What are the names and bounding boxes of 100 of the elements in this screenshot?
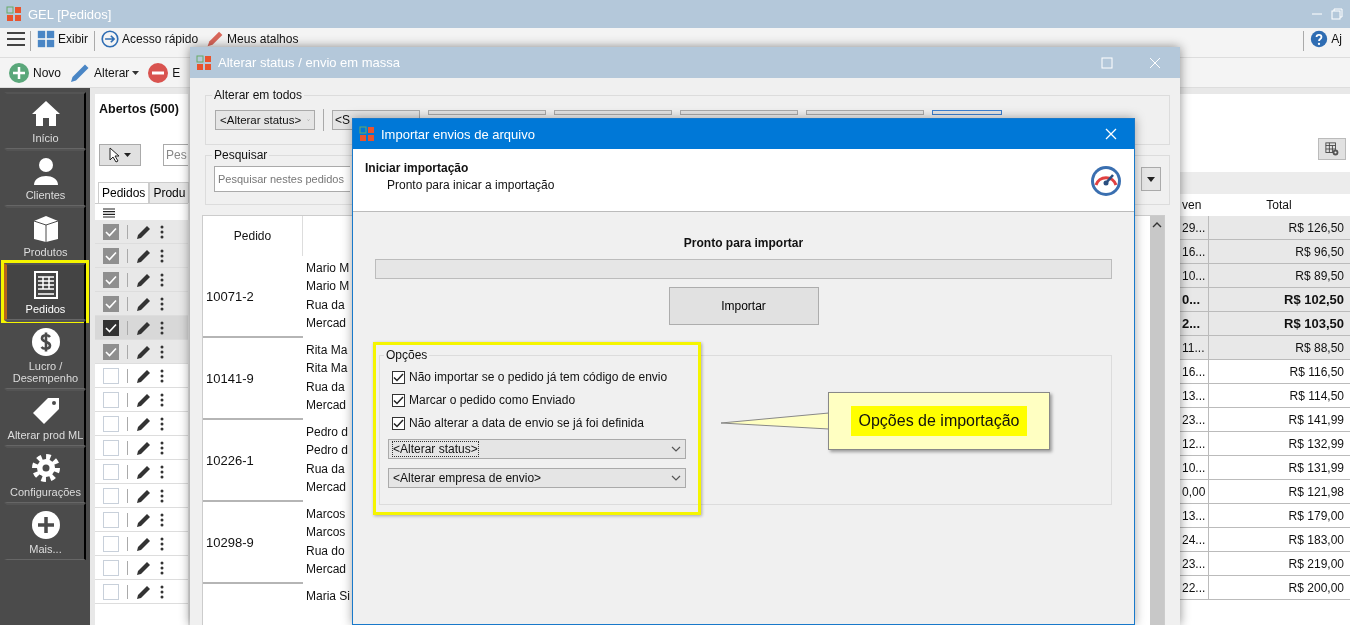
sidebar-item[interactable]: Mais...: [4, 503, 86, 560]
sidebar-item[interactable]: Pedidos: [4, 263, 86, 320]
edit-icon[interactable]: [136, 463, 152, 480]
more-icon[interactable]: [160, 344, 164, 359]
close-icon[interactable]: [1104, 127, 1118, 141]
edit-icon[interactable]: [136, 487, 152, 504]
dropdown-button[interactable]: [1141, 167, 1161, 191]
action-button[interactable]: Novo: [6, 61, 63, 84]
list-row[interactable]: [95, 340, 188, 364]
edit-icon[interactable]: [136, 343, 152, 360]
import-button[interactable]: Importar: [668, 287, 819, 325]
more-icon[interactable]: [160, 584, 164, 599]
search-field[interactable]: Pes: [163, 144, 188, 166]
more-icon[interactable]: [160, 320, 164, 335]
tab[interactable]: Produ: [149, 182, 190, 203]
row-checkbox[interactable]: [103, 247, 119, 264]
checkbox[interactable]: [392, 416, 405, 430]
caret-icon: [1147, 176, 1155, 182]
more-icon[interactable]: [160, 368, 164, 383]
edit-icon[interactable]: [136, 271, 152, 288]
selection-button[interactable]: [99, 144, 141, 166]
row-checkbox[interactable]: [103, 271, 119, 288]
gear-icon: [29, 452, 62, 484]
group-label: Opções: [384, 348, 430, 362]
more-icon[interactable]: [160, 224, 164, 239]
checkbox[interactable]: [392, 393, 405, 407]
list-row[interactable]: [95, 292, 188, 316]
more-icon[interactable]: [160, 488, 164, 503]
edit-icon[interactable]: [136, 247, 152, 264]
table-cell-text: 13...: [1181, 388, 1207, 403]
list-row[interactable]: [95, 220, 188, 244]
arrow-circle-icon: [101, 29, 119, 48]
menu-icon[interactable]: [6, 31, 26, 47]
more-icon[interactable]: [160, 440, 164, 455]
edit-icon[interactable]: [136, 223, 152, 240]
more-icon[interactable]: [160, 464, 164, 479]
action-button[interactable]: Alterar: [67, 61, 142, 84]
more-icon[interactable]: [160, 248, 164, 263]
table-cell: Mario M: [306, 279, 350, 294]
more-icon[interactable]: [160, 296, 164, 311]
sidebar-item[interactable]: Início: [4, 92, 86, 149]
edit-icon[interactable]: [136, 319, 152, 336]
table-cell: Rua do: [306, 543, 346, 558]
add-icon: [8, 61, 30, 84]
sidebar-item[interactable]: Lucro / Desempenho: [4, 320, 86, 389]
help-button[interactable]: Aj: [1308, 31, 1344, 47]
toolbar-button[interactable]: Exibir: [35, 31, 90, 47]
shipping-company-dropdown[interactable]: <Alterar empresa de envio>: [388, 468, 686, 488]
list-row[interactable]: [95, 244, 188, 268]
table-cell-text: 24...: [1181, 532, 1207, 547]
list-row[interactable]: [95, 316, 188, 340]
status-dropdown[interactable]: <Alterar status>: [388, 439, 686, 459]
more-icon[interactable]: [160, 392, 164, 407]
edit-icon[interactable]: [136, 535, 152, 552]
dialog-title: Importar envios de arquivo: [381, 126, 535, 142]
more-icon[interactable]: [160, 416, 164, 431]
row-checkbox[interactable]: [103, 343, 119, 360]
edit-icon[interactable]: [136, 295, 152, 312]
grid-settings-button[interactable]: [1318, 138, 1346, 160]
speedometer-icon: [1090, 165, 1122, 197]
table-cell-text: Rua da: [306, 297, 346, 312]
edit-icon[interactable]: [136, 367, 152, 384]
more-icon[interactable]: [160, 272, 164, 287]
tab[interactable]: Pedidos: [98, 182, 150, 203]
status-text: Pronto para importar: [682, 236, 805, 250]
table-cell: R$ 96,50: [1208, 240, 1350, 263]
edit-icon[interactable]: [136, 415, 152, 432]
search-field[interactable]: Pesquisar nestes pedidos: [214, 166, 350, 192]
row-checkbox[interactable]: [103, 319, 119, 336]
table-cell: Rita Ma: [306, 343, 348, 357]
edit-icon[interactable]: [136, 511, 152, 528]
sidebar-item[interactable]: Configurações: [4, 446, 86, 503]
edit-icon[interactable]: [136, 583, 152, 600]
chevron-up-icon[interactable]: [1152, 222, 1162, 228]
checkbox[interactable]: [392, 370, 405, 384]
toolbar-button[interactable]: Acesso rápido: [99, 31, 201, 47]
edit-icon[interactable]: [136, 439, 152, 456]
table-cell-text: 11...: [1181, 340, 1206, 355]
toolbar-button[interactable]: Meus atalhos: [204, 31, 301, 47]
row-checkbox[interactable]: [103, 223, 119, 240]
table-cell: R$ 126,50: [1208, 216, 1350, 239]
more-icon[interactable]: [160, 512, 164, 527]
table-cell: R$ 179,00: [1208, 504, 1350, 527]
list-icon[interactable]: [103, 208, 115, 218]
row-checkbox[interactable]: [103, 295, 119, 312]
toolbar-button[interactable]: [932, 110, 1002, 115]
action-button[interactable]: E: [145, 61, 183, 84]
edit-icon[interactable]: [136, 391, 152, 408]
edit-icon[interactable]: [136, 559, 152, 576]
table-cell-text: 13...: [1181, 508, 1207, 523]
table-cell: Maria Si: [306, 589, 350, 603]
more-icon[interactable]: [160, 560, 164, 575]
sidebar-item[interactable]: Alterar prod ML: [4, 389, 86, 446]
table-cell: R$ 88,50: [1208, 336, 1350, 359]
sidebar-item[interactable]: Clientes: [4, 149, 86, 206]
status-dropdown[interactable]: <Alterar status>: [215, 110, 315, 130]
scrollbar[interactable]: [1150, 216, 1164, 625]
more-icon[interactable]: [160, 536, 164, 551]
list-row[interactable]: [95, 268, 188, 292]
step-subtitle: Pronto para inicar a importação: [386, 178, 555, 192]
